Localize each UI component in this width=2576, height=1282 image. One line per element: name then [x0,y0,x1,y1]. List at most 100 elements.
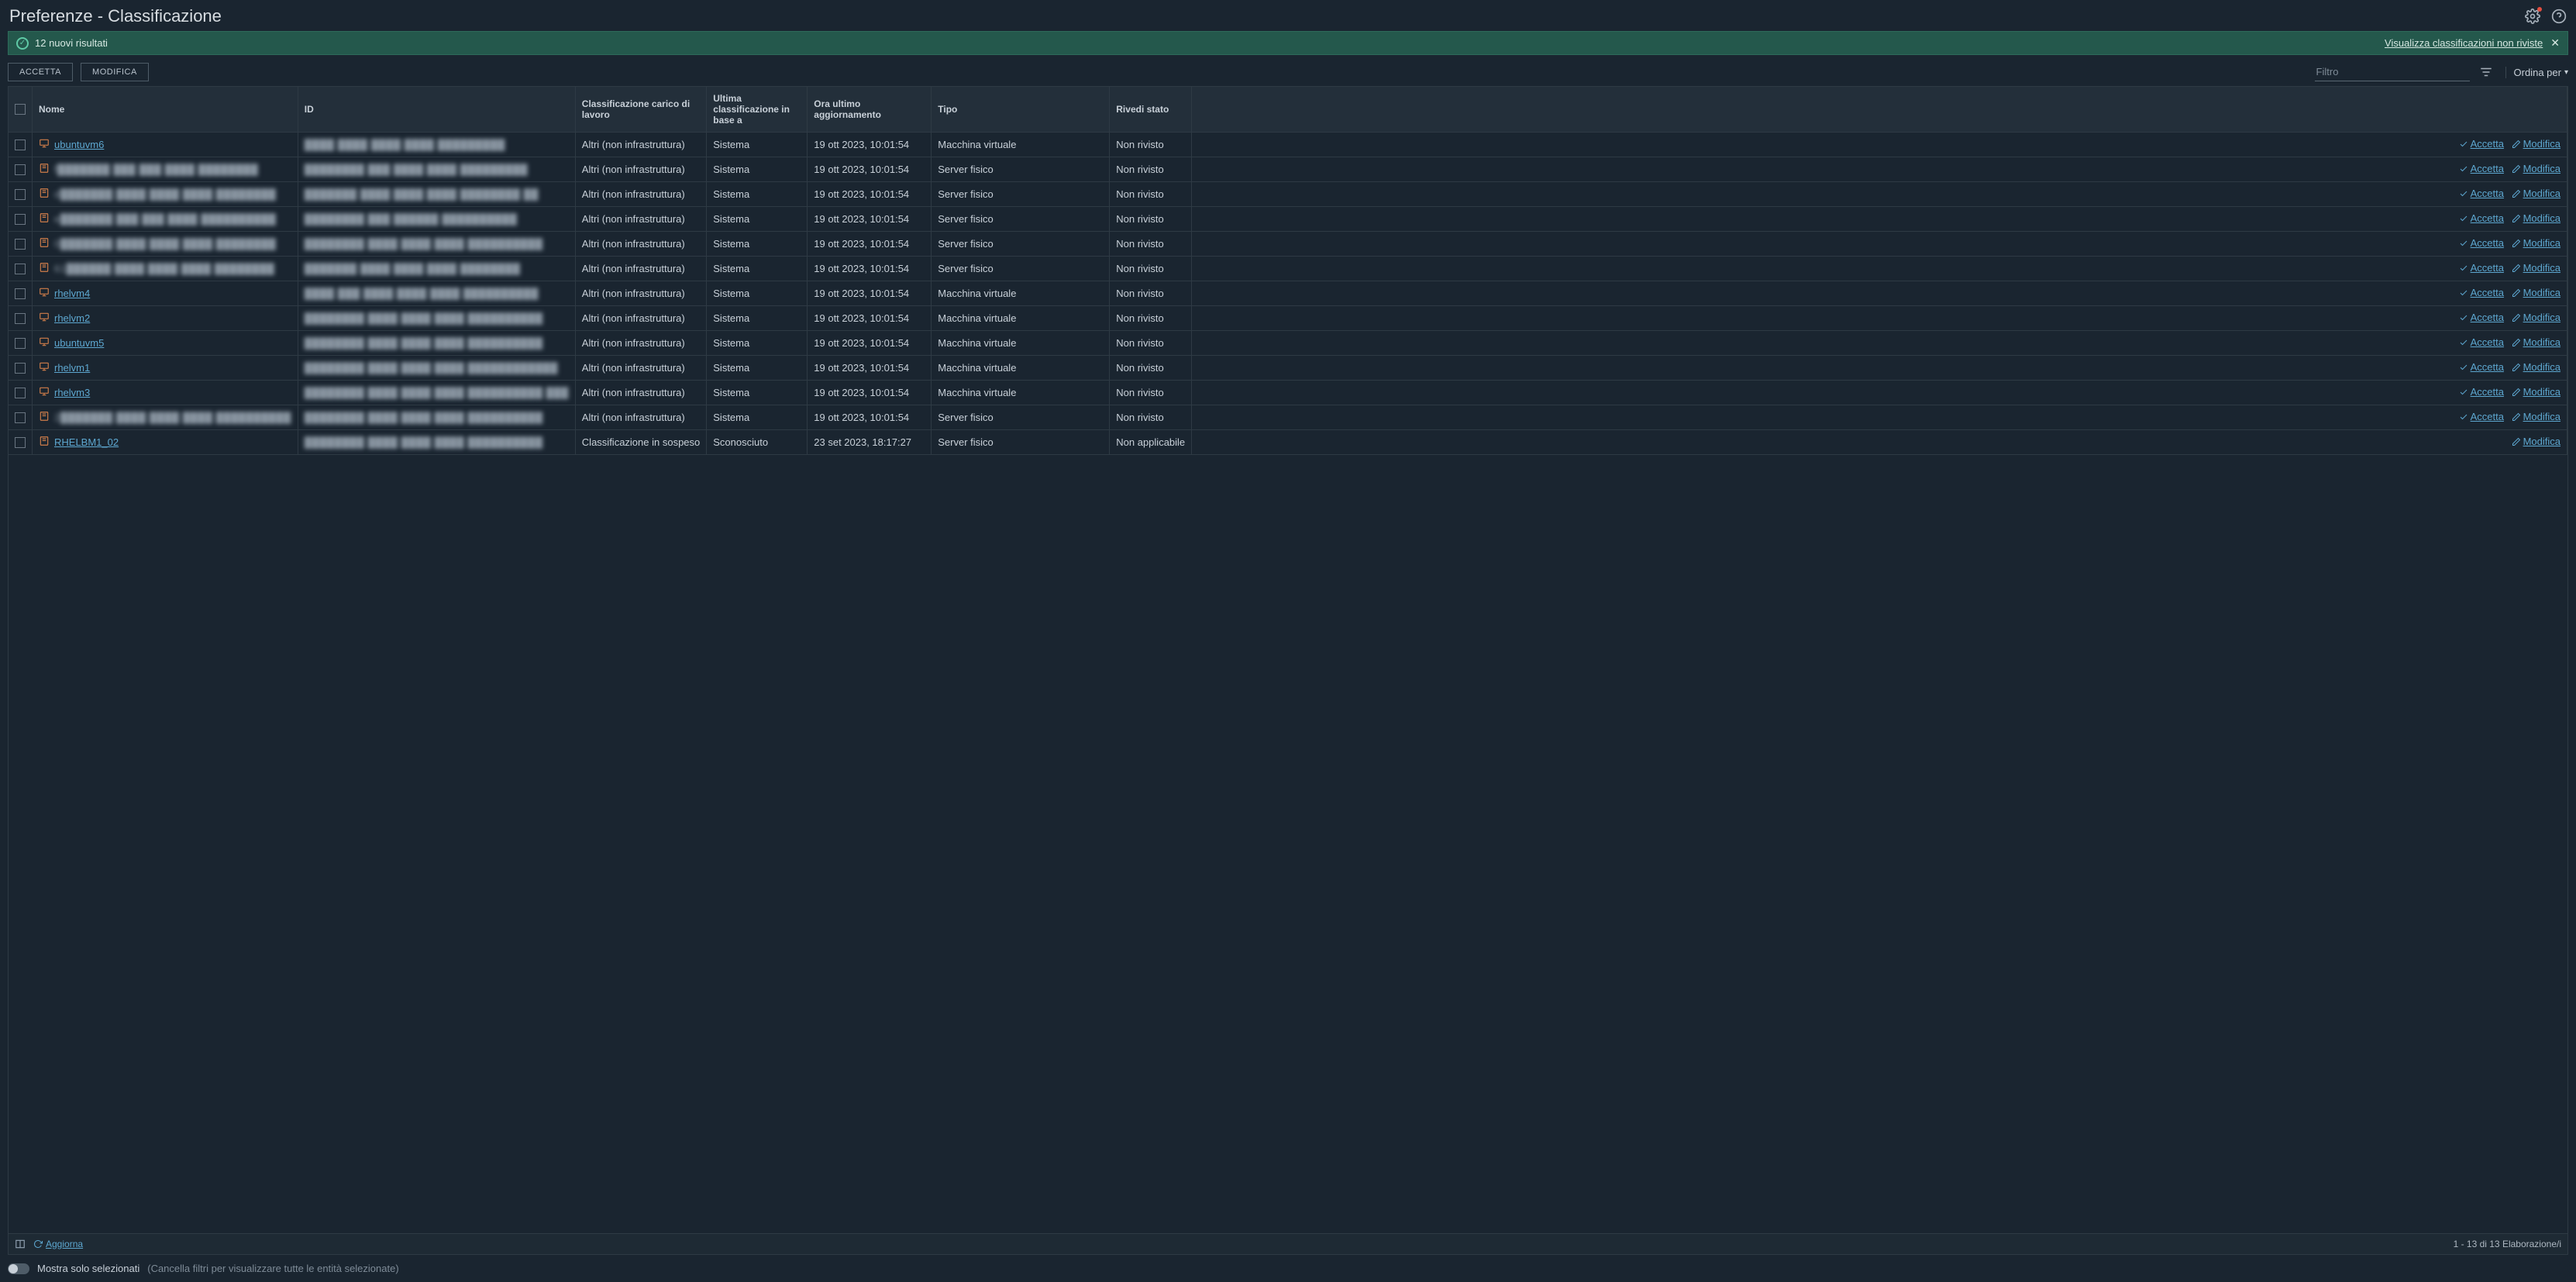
filter-icon[interactable] [2479,65,2493,79]
row-edit-action[interactable]: Modifica [2512,436,2561,447]
row-review: Non rivisto [1110,405,1192,430]
row-name-link[interactable]: RHELBM1_02 [54,436,119,448]
row-review: Non rivisto [1110,356,1192,381]
vm-icon [39,312,50,325]
row-name-link[interactable]: ubuntuvm6 [54,139,104,150]
row-type: Macchina virtuale [932,381,1110,405]
row-id: ████████ ███ ██████ ██████████ [305,213,518,225]
refresh-link[interactable]: Aggiorna [33,1239,83,1249]
row-checkbox[interactable] [15,140,26,150]
row-checkbox[interactable] [15,363,26,374]
edit-button[interactable]: MODIFICA [81,63,149,81]
row-checkbox[interactable] [15,338,26,349]
row-updated: 19 ott 2023, 10:01:54 [808,306,932,331]
pagination-text: 1 - 13 di 13 Elaborazione/i [2454,1239,2561,1249]
row-edit-action[interactable]: Modifica [2512,163,2561,174]
row-edit-action[interactable]: Modifica [2512,386,2561,398]
clear-filters-hint: (Cancella filtri per visualizzare tutte … [147,1263,398,1274]
row-type: Server fisico [932,182,1110,207]
row-classification: Altri (non infrastruttura) [575,381,706,405]
row-edit-action[interactable]: Modifica [2512,138,2561,150]
row-based-on: Sconosciuto [707,430,808,455]
row-based-on: Sistema [707,133,808,157]
server-icon [39,262,50,275]
row-edit-action[interactable]: Modifica [2512,312,2561,323]
row-edit-action[interactable]: Modifica [2512,262,2561,274]
row-type: Server fisico [932,157,1110,182]
row-accept-action[interactable]: Accetta [2459,386,2504,398]
col-based-on[interactable]: Ultima classificazione in base a [707,87,808,133]
row-accept-action[interactable]: Accetta [2459,138,2504,150]
row-edit-action[interactable]: Modifica [2512,336,2561,348]
row-accept-action[interactable]: Accetta [2459,336,2504,348]
col-name[interactable]: Nome [33,87,298,133]
row-edit-action[interactable]: Modifica [2512,212,2561,224]
row-name-link[interactable]: rhelvm3 [54,387,90,398]
row-classification: Classificazione in sospeso [575,430,706,455]
table-row: 0███████ ████ ████ ████ ████████ ███████… [9,232,2567,257]
columns-toggle-icon[interactable] [15,1239,26,1249]
col-id[interactable]: ID [298,87,575,133]
row-edit-action[interactable]: Modifica [2512,287,2561,298]
row-accept-action[interactable]: Accetta [2459,361,2504,373]
row-name-link[interactable]: ubuntuvm5 [54,337,104,349]
row-checkbox[interactable] [15,189,26,200]
col-type[interactable]: Tipo [932,87,1110,133]
row-name-link[interactable]: rhelvm4 [54,288,90,299]
table-row: rhelvm1 ████████ ████ ████ ████ ████████… [9,356,2567,381]
col-updated[interactable]: Ora ultimo aggiornamento [808,87,932,133]
row-id: ████████ ████ ████ ████ ██████████ [305,436,543,448]
vm-icon [39,287,50,300]
row-review: Non rivisto [1110,331,1192,356]
row-accept-action[interactable]: Accetta [2459,411,2504,422]
row-checkbox[interactable] [15,388,26,398]
row-edit-action[interactable]: Modifica [2512,188,2561,199]
row-edit-action[interactable]: Modifica [2512,361,2561,373]
row-edit-action[interactable]: Modifica [2512,237,2561,249]
row-checkbox[interactable] [15,214,26,225]
row-accept-action[interactable]: Accetta [2459,287,2504,298]
row-updated: 19 ott 2023, 10:01:54 [808,356,932,381]
row-accept-action[interactable]: Accetta [2459,163,2504,174]
row-checkbox[interactable] [15,164,26,175]
row-name-link[interactable]: rhelvm1 [54,362,90,374]
close-banner-icon[interactable]: ✕ [2550,36,2560,50]
row-id: ████ ████ ████ ████ █████████ [305,139,505,150]
row-checkbox[interactable] [15,239,26,250]
view-unreviewed-link[interactable]: Visualizza classificazioni non riviste [2385,37,2543,49]
row-accept-action[interactable]: Accetta [2459,312,2504,323]
row-checkbox[interactable] [15,313,26,324]
sort-by-dropdown[interactable]: Ordina per ▾ [2505,67,2568,78]
vm-icon [39,361,50,374]
row-name-link[interactable]: rhelvm2 [54,312,90,324]
row-checkbox[interactable] [15,437,26,448]
accept-button[interactable]: ACCETTA [8,63,73,81]
row-type: Macchina virtuale [932,306,1110,331]
row-updated: 19 ott 2023, 10:01:54 [808,257,932,281]
col-review[interactable]: Rivedi stato [1110,87,1192,133]
row-type: Macchina virtuale [932,331,1110,356]
col-classification[interactable]: Classificazione carico di lavoro [575,87,706,133]
refresh-label: Aggiorna [46,1239,83,1249]
row-edit-action[interactable]: Modifica [2512,411,2561,422]
show-selected-toggle[interactable] [8,1263,29,1274]
help-icon[interactable] [2551,9,2567,24]
row-checkbox[interactable] [15,412,26,423]
server-icon [39,411,50,424]
row-accept-action[interactable]: Accetta [2459,212,2504,224]
filter-input[interactable] [2315,63,2470,81]
row-checkbox[interactable] [15,264,26,274]
row-updated: 19 ott 2023, 10:01:54 [808,281,932,306]
row-review: Non rivisto [1110,182,1192,207]
row-classification: Altri (non infrastruttura) [575,331,706,356]
row-accept-action[interactable]: Accetta [2459,237,2504,249]
row-based-on: Sistema [707,281,808,306]
row-checkbox[interactable] [15,288,26,299]
row-accept-action[interactable]: Accetta [2459,262,2504,274]
row-classification: Altri (non infrastruttura) [575,405,706,430]
row-review: Non rivisto [1110,381,1192,405]
settings-icon[interactable] [2525,9,2540,24]
banner-text: 12 nuovi risultati [35,37,108,49]
row-accept-action[interactable]: Accetta [2459,188,2504,199]
select-all-checkbox[interactable] [15,104,26,115]
